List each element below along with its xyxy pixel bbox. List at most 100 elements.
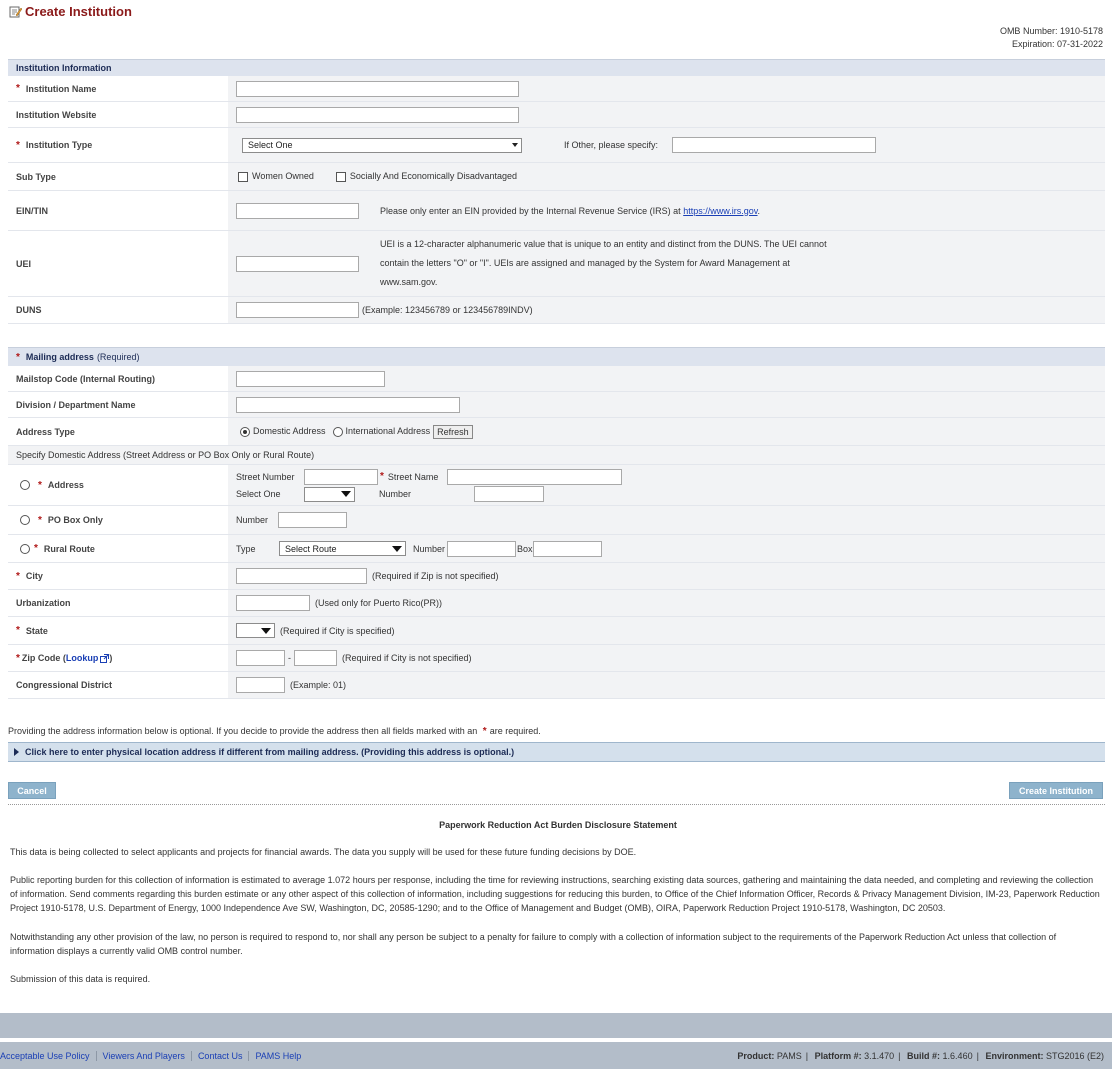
required-icon: * <box>34 543 38 554</box>
disadvantaged-checkbox[interactable] <box>335 171 346 182</box>
disadvantaged-option[interactable]: Socially And Economically Disadvantaged <box>335 171 517 182</box>
route-number-label: Number <box>413 543 446 554</box>
contact-us-link[interactable]: Contact Us <box>192 1050 250 1061</box>
street-type-select[interactable] <box>304 486 355 502</box>
street-name-input[interactable] <box>446 468 622 485</box>
row-institution-website: Institution Website <box>8 102 1105 128</box>
omb-number: OMB Number: 1910-5178 <box>999 26 1103 36</box>
ein-tin-input[interactable] <box>236 202 359 219</box>
international-radio[interactable] <box>332 426 343 437</box>
po-box-number-input[interactable] <box>278 512 347 528</box>
zip-note: (Required if City is not specified) <box>342 653 472 663</box>
required-icon: * <box>38 479 42 491</box>
uei-input[interactable] <box>236 255 359 272</box>
row-uei: UEI UEI is a 12-character alphanumeric v… <box>8 231 1105 297</box>
international-option[interactable]: International Address <box>332 426 430 437</box>
division-input[interactable] <box>236 396 460 413</box>
zip5-input[interactable] <box>236 650 285 666</box>
duns-label: DUNS <box>8 297 228 323</box>
mailstop-label: Mailstop Code (Internal Routing) <box>8 366 228 391</box>
row-zip: * Zip Code (Lookup ) - (Required if City … <box>8 645 1105 672</box>
street-number-label: Street Number <box>236 471 295 482</box>
required-icon: * <box>16 652 20 664</box>
chevron-down-icon <box>512 143 518 147</box>
rural-route-radio[interactable] <box>20 543 30 554</box>
address-label: * Address <box>8 465 228 505</box>
zip-dash: - <box>288 653 291 663</box>
city-input[interactable] <box>236 568 367 584</box>
pams-help-link[interactable]: PAMS Help <box>249 1051 307 1061</box>
urbanization-input[interactable] <box>236 595 310 611</box>
form-edit-icon <box>9 6 22 18</box>
specify-domestic-note: Specify Domestic Address (Street Address… <box>8 446 1105 465</box>
physical-address-expander[interactable]: Click here to enter physical location ad… <box>8 742 1105 762</box>
section-header-mailing: * Mailing address (Required) <box>8 347 1105 366</box>
po-box-radio[interactable] <box>20 515 30 525</box>
institution-name-label: * Institution Name <box>8 76 228 101</box>
zip-lookup-link[interactable]: Lookup <box>66 653 99 663</box>
uei-label: UEI <box>8 231 228 296</box>
zip4-input[interactable] <box>294 650 337 666</box>
institution-name-input[interactable] <box>236 80 519 97</box>
institution-website-label: Institution Website <box>8 102 228 127</box>
duns-note: (Example: 123456789 or 123456789INDV) <box>362 305 533 315</box>
required-icon: * <box>38 514 42 526</box>
institution-info-section: Institution Information * Institution Nam… <box>8 59 1105 324</box>
omb-info: OMB Number: 1910-5178 Expiration: 07-31-… <box>1000 25 1103 51</box>
domestic-radio[interactable] <box>240 426 250 437</box>
required-icon: * <box>482 726 487 737</box>
institution-type-select[interactable]: Select One <box>242 137 522 153</box>
city-label: * City <box>8 563 228 589</box>
refresh-button[interactable]: Refresh <box>433 424 473 439</box>
acceptable-use-link[interactable]: Acceptable Use Policy <box>0 1050 97 1061</box>
po-box-label: * PO Box Only <box>8 506 228 534</box>
prd-paragraph-4: Submission of this data is required. <box>10 974 151 984</box>
footer-links: Acceptable Use Policy Viewers And Player… <box>0 1050 307 1061</box>
irs-link[interactable]: https://www.irs.gov <box>683 206 757 216</box>
required-icon: * <box>16 625 20 636</box>
external-link-icon[interactable] <box>100 653 110 663</box>
institution-website-input[interactable] <box>236 106 519 123</box>
division-label: Division / Department Name <box>8 392 228 417</box>
state-label: * State <box>8 617 228 644</box>
congressional-district-input[interactable] <box>236 677 285 693</box>
prd-title: Paperwork Reduction Act Burden Disclosur… <box>439 820 677 830</box>
mailstop-input[interactable] <box>236 370 385 387</box>
women-owned-option[interactable]: Women Owned <box>238 171 314 182</box>
route-box-label: Box <box>517 543 533 554</box>
footer: Acceptable Use Policy Viewers And Player… <box>0 1042 1112 1069</box>
uei-note: UEI is a 12-character alphanumeric value… <box>380 239 827 287</box>
optional-address-note: Providing the address information below … <box>8 726 541 737</box>
cancel-button[interactable]: Cancel <box>8 782 56 799</box>
create-institution-button[interactable]: Create Institution <box>1009 782 1103 799</box>
sub-type-label: Sub Type <box>8 163 228 190</box>
domestic-option[interactable]: Domestic Address <box>240 426 326 437</box>
route-box-input[interactable] <box>532 540 602 557</box>
row-po-box: * PO Box Only Number <box>8 506 1105 535</box>
address-radio[interactable] <box>20 480 30 490</box>
urbanization-label: Urbanization <box>8 590 228 616</box>
street-number-input[interactable] <box>304 468 378 485</box>
viewers-players-link[interactable]: Viewers And Players <box>97 1050 192 1061</box>
route-number-input[interactable] <box>447 540 517 557</box>
required-icon: * <box>16 139 20 151</box>
women-owned-checkbox[interactable] <box>238 171 248 182</box>
duns-input[interactable] <box>236 302 359 318</box>
address-type-label: Address Type <box>8 418 228 445</box>
route-type-select[interactable]: Select Route <box>279 541 406 556</box>
other-specify-input[interactable] <box>672 137 877 153</box>
street-unit-number-input[interactable] <box>474 486 544 502</box>
required-icon: * <box>16 351 20 363</box>
chevron-down-icon <box>341 491 351 497</box>
divider <box>8 804 1105 805</box>
required-icon: * <box>380 471 384 482</box>
state-note: (Required if City is specified) <box>280 625 395 636</box>
state-select[interactable] <box>236 623 275 638</box>
footer-build-info: Product: PAMS | Platform #: 3.1.470 | Buil… <box>737 1050 1104 1061</box>
row-ein-tin: EIN/TIN Please only enter an EIN provide… <box>8 191 1105 231</box>
caret-right-icon <box>14 748 19 756</box>
page-title: Create Institution <box>9 4 132 19</box>
row-institution-type: * Institution Type Select One If Other, p… <box>8 128 1105 163</box>
build-value: 1.6.460 <box>942 1050 973 1061</box>
row-division: Division / Department Name <box>8 392 1105 418</box>
